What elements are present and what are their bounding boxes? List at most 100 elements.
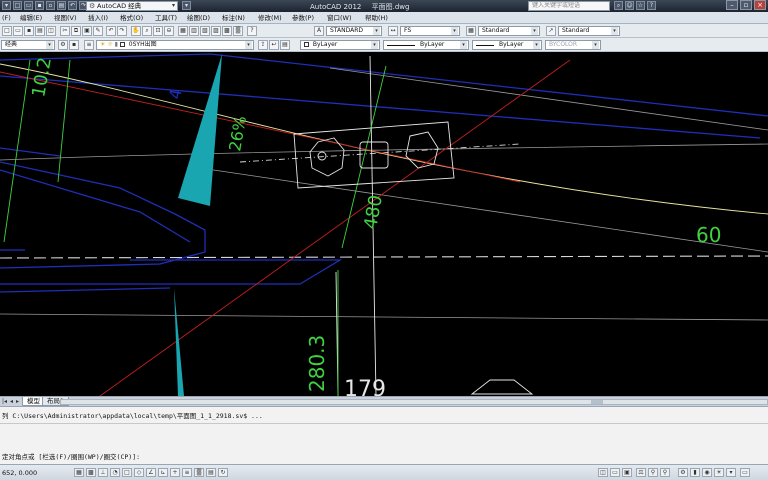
command-window[interactable]: 列 C:\Users\Administrator\appdata\local\t…	[0, 406, 768, 464]
new-icon[interactable]: □	[13, 1, 22, 10]
command-prompt-line[interactable]: 定对角点或 [栏选(F)/圈围(WP)/圈交(CP)]:	[2, 451, 140, 461]
quickprops-icon[interactable]: ▤	[206, 468, 216, 477]
quickview-layouts-icon[interactable]: ▭	[610, 468, 620, 477]
cut-icon[interactable]: ✂	[60, 26, 70, 36]
otrack-icon[interactable]: ∠	[146, 468, 156, 477]
polar-icon[interactable]: ◔	[110, 468, 120, 477]
horizontal-scrollbar[interactable]	[60, 399, 768, 405]
paste-icon[interactable]: ▣	[82, 26, 92, 36]
star-icon[interactable]: ☆	[636, 1, 645, 10]
annotation-scale-icon[interactable]: ⚖	[636, 468, 646, 477]
quickview-drawings-icon[interactable]: ▣	[622, 468, 632, 477]
ortho-icon[interactable]: ⊥	[98, 468, 108, 477]
zoom-window-icon[interactable]: ⊡	[153, 26, 163, 36]
text-style-icon[interactable]: A	[314, 26, 324, 36]
calculator-icon[interactable]: ▒	[233, 26, 243, 36]
pan-icon[interactable]: ✋	[131, 26, 141, 36]
osnap-icon[interactable]: □	[122, 468, 132, 477]
open-icon[interactable]: ▭	[24, 1, 33, 10]
help-icon[interactable]: ?	[647, 1, 656, 10]
tab-prev-icon[interactable]: ◂	[10, 398, 13, 405]
layer-state-icon[interactable]: ▤	[280, 40, 290, 50]
ducs-icon[interactable]: ⊾	[158, 468, 168, 477]
properties-icon[interactable]: ▦	[178, 26, 188, 36]
transparency-icon[interactable]: ▒	[194, 468, 204, 477]
help-icon[interactable]: ?	[247, 26, 257, 36]
menu-parametric[interactable]: 参数(P)	[292, 12, 314, 24]
make-current-layer-icon[interactable]: ⇪	[258, 40, 268, 50]
open-icon[interactable]: ▭	[13, 26, 23, 36]
print-icon[interactable]: ▤	[57, 1, 66, 10]
lineweight-icon[interactable]: ≡	[182, 468, 192, 477]
menu-dimension[interactable]: 标注(N)	[222, 12, 245, 24]
annotation-visibility-icon[interactable]: ⚲	[648, 468, 658, 477]
toolpalettes-icon[interactable]: ▧	[200, 26, 210, 36]
hardware-accel-icon[interactable]: ◉	[702, 468, 712, 477]
undo-icon[interactable]: ↶	[106, 26, 116, 36]
selection-cycling-icon[interactable]: ↻	[218, 468, 228, 477]
layer-select[interactable]: ☀ ☼ ▮ 0SYH出图 ▾	[96, 40, 254, 50]
menu-modify[interactable]: 修改(M)	[258, 12, 282, 24]
menu-format[interactable]: 格式(O)	[120, 12, 143, 24]
dim-style-icon[interactable]: ↔	[388, 26, 398, 36]
grid-icon[interactable]: ▩	[86, 468, 96, 477]
zoom-realtime-icon[interactable]: ⌕	[142, 26, 152, 36]
drawing-canvas[interactable]: 10.2 26% 4 480 60 280.3 179	[0, 52, 768, 396]
dim-style-select[interactable]: FS ▾	[400, 26, 460, 36]
dyn-icon[interactable]: +	[170, 468, 180, 477]
menu-file[interactable]: (F)	[2, 12, 11, 24]
menu-draw[interactable]: 绘图(D)	[187, 12, 210, 24]
model-space-icon[interactable]: ◫	[598, 468, 608, 477]
3dosnap-icon[interactable]: ◇	[134, 468, 144, 477]
table-style-select[interactable]: Standard ▾	[478, 26, 540, 36]
designcenter-icon[interactable]: ▥	[189, 26, 199, 36]
search-icon[interactable]: ⌕	[614, 1, 623, 10]
app-menu-icon[interactable]: ▾	[2, 1, 11, 10]
workspace-select[interactable]: 经典 ▾	[1, 40, 55, 50]
lock-icon[interactable]: ▮	[690, 468, 700, 477]
tab-first-icon[interactable]: |◂	[2, 398, 7, 405]
snap-icon[interactable]: ▦	[74, 468, 84, 477]
help-search-input[interactable]: 键入关键字或短语	[528, 1, 610, 11]
isolate-objects-icon[interactable]: ☀	[714, 468, 724, 477]
save-icon[interactable]: ▪	[35, 1, 44, 10]
undo-icon[interactable]: ↶	[68, 1, 77, 10]
tab-next-icon[interactable]: ▸	[16, 398, 19, 405]
print-icon[interactable]: ▤	[35, 26, 45, 36]
text-style-select[interactable]: STANDARD ▾	[326, 26, 382, 36]
menu-view[interactable]: 视图(V)	[54, 12, 77, 24]
redo-icon[interactable]: ↷	[117, 26, 127, 36]
mleader-style-icon[interactable]: ↗	[546, 26, 556, 36]
workspace-settings-icon[interactable]: ⚙	[58, 40, 68, 50]
layer-manager-icon[interactable]: ≡	[84, 40, 94, 50]
user-icon[interactable]: ☺	[625, 1, 634, 10]
scrollbar-thumb[interactable]	[591, 400, 603, 404]
qat-dropdown-icon[interactable]: ▾	[182, 1, 191, 10]
save-icon[interactable]: ▪	[24, 26, 34, 36]
status-menu-icon[interactable]: ▾	[726, 468, 736, 477]
markup-icon[interactable]: ▩	[222, 26, 232, 36]
menu-insert[interactable]: 插入(I)	[88, 12, 108, 24]
lineweight-select[interactable]: ByLayer ▾	[472, 40, 542, 50]
workspace-save-icon[interactable]: ▪	[69, 40, 79, 50]
autoscale-icon[interactable]: ⚲	[660, 468, 670, 477]
maximize-button[interactable]: ▫	[740, 0, 752, 10]
saveas-icon[interactable]: ▫	[46, 1, 55, 10]
workspace-dropdown[interactable]: ⚙ AutoCAD 经典 ▾	[86, 1, 178, 11]
table-style-icon[interactable]: ▦	[466, 26, 476, 36]
mleader-style-select[interactable]: Standard ▾	[558, 26, 620, 36]
menu-tools[interactable]: 工具(T)	[155, 12, 177, 24]
copy-icon[interactable]: ⧉	[71, 26, 81, 36]
color-select[interactable]: ByLayer ▾	[300, 40, 380, 50]
clean-screen-icon[interactable]: ▭	[740, 468, 750, 477]
layer-previous-icon[interactable]: ↩	[269, 40, 279, 50]
menu-edit[interactable]: 编辑(E)	[20, 12, 42, 24]
minimize-button[interactable]: –	[726, 0, 738, 10]
workspace-switch-icon[interactable]: ⚙	[678, 468, 688, 477]
linetype-select[interactable]: ByLayer ▾	[383, 40, 469, 50]
new-icon[interactable]: □	[2, 26, 12, 36]
preview-icon[interactable]: ◫	[46, 26, 56, 36]
close-button[interactable]: ×	[754, 0, 766, 10]
menu-help[interactable]: 帮助(H)	[365, 12, 388, 24]
sheetset-icon[interactable]: ▨	[211, 26, 221, 36]
